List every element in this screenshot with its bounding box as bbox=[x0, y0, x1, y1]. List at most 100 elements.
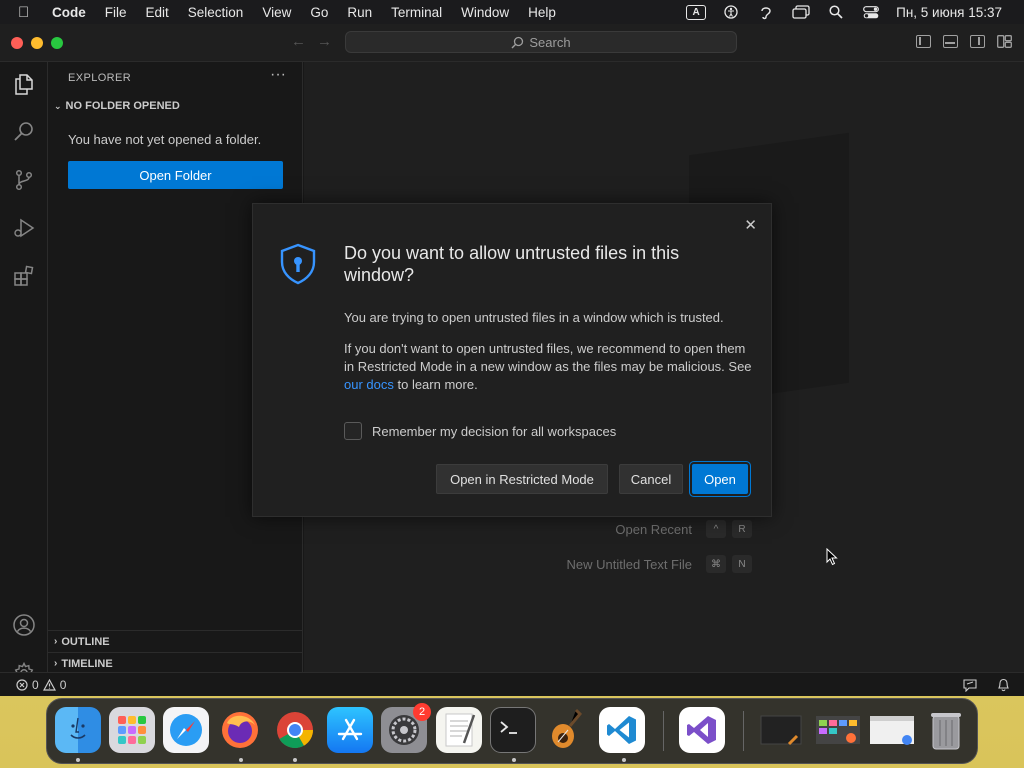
new-file-shortcut[interactable]: New Untitled Text File ⌘ N bbox=[567, 555, 752, 573]
menu-selection[interactable]: Selection bbox=[188, 5, 244, 20]
dialog-message-primary: You are trying to open untrusted files i… bbox=[344, 310, 724, 325]
menu-run[interactable]: Run bbox=[347, 5, 372, 20]
garageband-icon[interactable] bbox=[545, 707, 591, 753]
go-back-icon[interactable]: ← bbox=[291, 33, 306, 50]
firefox-icon[interactable] bbox=[217, 707, 263, 753]
toggle-secondary-sidebar-icon[interactable] bbox=[970, 35, 985, 48]
chrome-icon[interactable] bbox=[272, 707, 318, 753]
menu-view[interactable]: View bbox=[262, 5, 291, 20]
more-actions-icon[interactable]: ··· bbox=[270, 66, 286, 84]
toggle-panel-icon[interactable] bbox=[943, 35, 958, 48]
extensions-icon[interactable] bbox=[12, 264, 36, 288]
finder-icon[interactable] bbox=[55, 707, 101, 753]
accounts-icon[interactable] bbox=[12, 613, 36, 637]
close-icon[interactable]: ✕ bbox=[744, 216, 757, 234]
control-center-icon[interactable] bbox=[861, 4, 881, 20]
menu-edit[interactable]: Edit bbox=[146, 5, 169, 20]
minimize-window-button[interactable] bbox=[31, 37, 43, 49]
toggle-primary-sidebar-icon[interactable] bbox=[916, 35, 931, 48]
open-folder-button[interactable]: Open Folder bbox=[68, 161, 283, 189]
customize-layout-icon[interactable] bbox=[997, 35, 1012, 48]
status-bar: 0 0 bbox=[0, 672, 1024, 696]
running-indicator bbox=[293, 758, 297, 762]
run-and-debug-icon[interactable] bbox=[12, 216, 36, 240]
feedback-icon[interactable] bbox=[963, 678, 977, 692]
search-icon bbox=[511, 36, 524, 48]
shortcut-key: ^ bbox=[706, 520, 726, 538]
new-file-label: New Untitled Text File bbox=[566, 556, 692, 572]
remember-decision-checkbox[interactable] bbox=[344, 422, 362, 440]
input-source-icon[interactable]: A bbox=[686, 4, 707, 20]
hearing-icon[interactable] bbox=[756, 4, 776, 20]
section-title: NO FOLDER OPENED bbox=[65, 100, 180, 112]
dock-separator bbox=[743, 711, 744, 751]
menu-terminal[interactable]: Terminal bbox=[391, 5, 442, 20]
vscode-icon[interactable] bbox=[599, 707, 645, 753]
menu-help[interactable]: Help bbox=[528, 5, 556, 20]
shortcut-key: N bbox=[732, 555, 752, 573]
open-recent-shortcut[interactable]: Open Recent ^ R bbox=[615, 520, 752, 538]
workspace-trust-dialog: ✕ Do you want to allow untrusted files i… bbox=[252, 203, 772, 517]
outline-label: OUTLINE bbox=[61, 635, 110, 648]
vscode-window: ← → Search EXPLORER ··· ⌄ NO FOLDER OPEN… bbox=[0, 24, 1024, 696]
no-folder-section-header[interactable]: ⌄ NO FOLDER OPENED bbox=[54, 100, 180, 112]
open-button[interactable]: Open bbox=[692, 464, 748, 494]
sidebar-title: EXPLORER bbox=[68, 72, 132, 84]
system-settings-icon[interactable]: 2 bbox=[381, 703, 431, 753]
search-view-icon[interactable] bbox=[12, 120, 36, 144]
chevron-right-icon: › bbox=[54, 658, 58, 669]
titlebar: ← → Search bbox=[0, 24, 1024, 62]
chevron-down-icon: ⌄ bbox=[54, 100, 62, 111]
activity-bar bbox=[0, 62, 48, 685]
command-center-search[interactable]: Search bbox=[345, 31, 737, 53]
zoom-window-button[interactable] bbox=[51, 37, 63, 49]
open-in-restricted-mode-button[interactable]: Open in Restricted Mode bbox=[436, 464, 608, 494]
trash-icon[interactable] bbox=[923, 707, 969, 753]
no-folder-message: You have not yet opened a folder. bbox=[68, 132, 262, 147]
notification-badge: 2 bbox=[413, 703, 431, 721]
minimized-window-thumbnail[interactable] bbox=[815, 707, 861, 753]
running-indicator bbox=[622, 758, 626, 762]
error-count: 0 bbox=[32, 677, 39, 692]
textedit-icon[interactable] bbox=[436, 707, 482, 753]
visual-studio-icon[interactable] bbox=[679, 707, 725, 753]
accessibility-icon[interactable] bbox=[721, 4, 741, 20]
chevron-right-icon: › bbox=[54, 636, 58, 647]
menu-go[interactable]: Go bbox=[310, 5, 328, 20]
dock-separator bbox=[663, 711, 664, 751]
menu-file[interactable]: File bbox=[105, 5, 127, 20]
error-icon bbox=[16, 678, 28, 691]
detail-text-after: to learn more. bbox=[393, 377, 478, 392]
running-indicator bbox=[239, 758, 243, 762]
spotlight-search-icon[interactable] bbox=[826, 4, 846, 20]
app-store-icon[interactable] bbox=[327, 707, 373, 753]
terminal-icon[interactable] bbox=[490, 707, 536, 753]
close-window-button[interactable] bbox=[11, 37, 23, 49]
screen-mirroring-icon[interactable] bbox=[791, 4, 811, 20]
timeline-section-header[interactable]: › TIMELINE bbox=[48, 652, 303, 674]
remember-decision-label[interactable]: Remember my decision for all workspaces bbox=[372, 424, 616, 439]
outline-section-header[interactable]: › OUTLINE bbox=[48, 630, 303, 652]
notifications-bell-icon[interactable] bbox=[997, 678, 1010, 692]
layout-controls bbox=[916, 35, 1012, 48]
apple-menu-icon[interactable]:  bbox=[18, 4, 36, 21]
source-control-icon[interactable] bbox=[12, 168, 36, 192]
launchpad-icon[interactable] bbox=[109, 707, 155, 753]
cancel-button[interactable]: Cancel bbox=[619, 464, 683, 494]
minimized-window-thumbnail[interactable] bbox=[869, 707, 915, 753]
minimized-window-thumbnail[interactable] bbox=[759, 707, 805, 753]
menu-window[interactable]: Window bbox=[461, 5, 509, 20]
remember-decision-row[interactable]: Remember my decision for all workspaces bbox=[344, 422, 616, 440]
macos-menubar:  Code File Edit Selection View Go Run T… bbox=[0, 0, 1024, 24]
shortcut-key: ⌘ bbox=[706, 555, 726, 573]
running-indicator bbox=[76, 758, 80, 762]
explorer-icon[interactable] bbox=[12, 72, 36, 96]
go-forward-icon[interactable]: → bbox=[317, 33, 332, 50]
timeline-label: TIMELINE bbox=[61, 657, 113, 670]
menubar-datetime[interactable]: Пн, 5 июня 15:37 bbox=[896, 5, 1002, 20]
running-indicator bbox=[512, 758, 516, 762]
problems-indicator[interactable]: 0 0 bbox=[16, 678, 66, 692]
safari-icon[interactable] bbox=[163, 707, 209, 753]
our-docs-link[interactable]: our docs bbox=[344, 377, 394, 392]
menu-app-name[interactable]: Code bbox=[52, 5, 86, 20]
